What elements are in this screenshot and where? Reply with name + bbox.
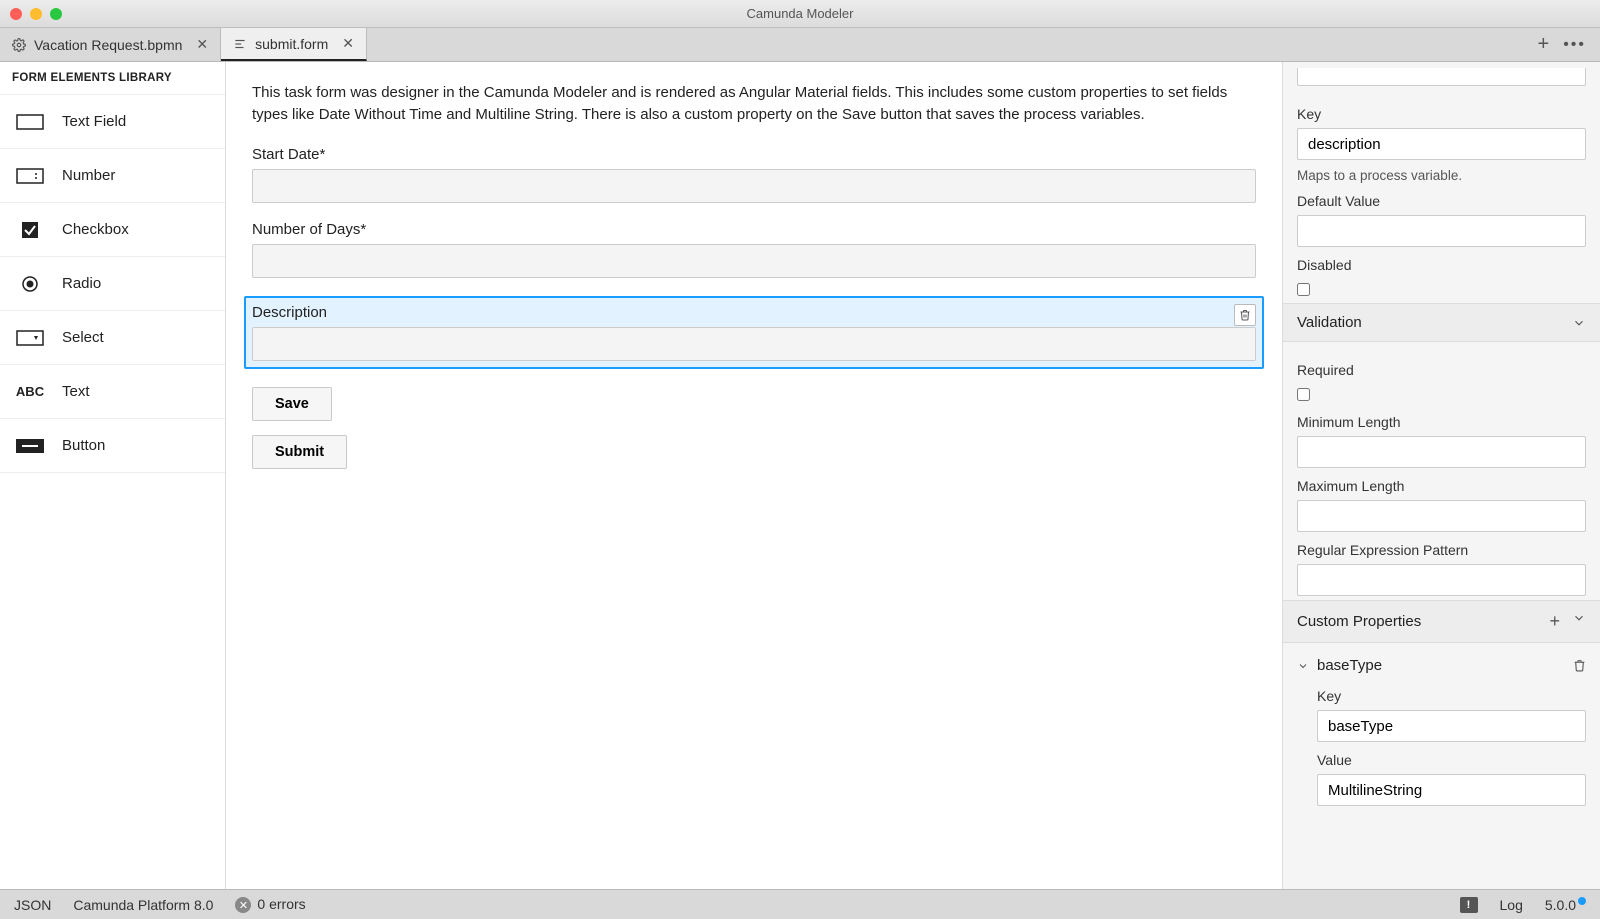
palette-item-label: Text <box>62 383 90 400</box>
prop-disabled-checkbox[interactable] <box>1297 283 1310 296</box>
add-custom-property-button[interactable]: + <box>1549 611 1560 632</box>
prop-required-checkbox[interactable] <box>1297 388 1310 401</box>
palette-item-textfield[interactable]: Text Field <box>0 95 225 149</box>
field-input-preview <box>252 244 1256 278</box>
palette-item-number[interactable]: Number <box>0 149 225 203</box>
chevron-down-icon <box>1297 660 1309 672</box>
prop-disabled-label: Disabled <box>1297 257 1586 273</box>
field-input-preview <box>252 327 1256 361</box>
prop-pattern-input[interactable] <box>1297 564 1586 596</box>
button-icon <box>16 439 44 453</box>
select-icon <box>16 330 44 346</box>
form-submit-button[interactable]: Submit <box>252 435 347 469</box>
text-icon: ABC <box>16 384 44 399</box>
field-description[interactable]: Description <box>244 296 1264 369</box>
palette-header: FORM ELEMENTS LIBRARY <box>0 62 225 95</box>
custom-value-input[interactable] <box>1317 774 1586 806</box>
chevron-down-icon <box>1572 316 1586 330</box>
status-version: 5.0.0 <box>1545 897 1586 913</box>
palette-item-label: Number <box>62 167 115 184</box>
form-description-text: This task form was designer in the Camun… <box>252 82 1252 126</box>
radio-icon <box>16 276 44 292</box>
form-icon <box>233 37 247 51</box>
custom-property-item[interactable]: baseType <box>1297 653 1586 678</box>
status-format[interactable]: JSON <box>14 897 51 913</box>
custom-key-input[interactable] <box>1317 710 1586 742</box>
custom-key-label: Key <box>1317 688 1586 704</box>
prop-maxlength-input[interactable] <box>1297 500 1586 532</box>
trash-icon <box>1573 658 1586 673</box>
close-icon[interactable]: ✕ <box>342 35 354 52</box>
palette-item-checkbox[interactable]: Checkbox <box>0 203 225 257</box>
new-tab-button[interactable]: + <box>1538 33 1550 56</box>
tab-vacation-request[interactable]: Vacation Request.bpmn ✕ <box>0 28 221 61</box>
palette-item-button[interactable]: Button <box>0 419 225 473</box>
form-canvas[interactable]: This task form was designer in the Camun… <box>226 62 1282 889</box>
window-minimize-button[interactable] <box>30 8 42 20</box>
prop-default-input[interactable] <box>1297 215 1586 247</box>
field-start-date[interactable]: Start Date* <box>252 146 1256 203</box>
custom-value-label: Value <box>1317 752 1586 768</box>
prop-key-hint: Maps to a process variable. <box>1297 168 1586 183</box>
status-platform[interactable]: Camunda Platform 8.0 <box>73 897 213 913</box>
prop-pattern-label: Regular Expression Pattern <box>1297 542 1586 558</box>
group-title: Custom Properties <box>1297 613 1421 630</box>
chevron-down-icon <box>1572 611 1586 625</box>
palette-item-label: Button <box>62 437 105 454</box>
properties-panel: Key Maps to a process variable. Default … <box>1282 62 1600 889</box>
form-elements-palette: FORM ELEMENTS LIBRARY Text Field Number … <box>0 62 226 889</box>
feedback-icon[interactable]: ! <box>1460 897 1478 913</box>
truncated-input <box>1297 68 1586 86</box>
window-maximize-button[interactable] <box>50 8 62 20</box>
field-input-preview <box>252 169 1256 203</box>
palette-item-label: Select <box>62 329 104 346</box>
window-title: Camunda Modeler <box>0 6 1600 21</box>
checkbox-icon <box>16 222 44 238</box>
prop-minlength-label: Minimum Length <box>1297 414 1586 430</box>
palette-item-label: Checkbox <box>62 221 129 238</box>
tab-label: submit.form <box>255 36 328 52</box>
close-icon[interactable]: ✕ <box>196 36 208 53</box>
group-title: Validation <box>1297 314 1362 331</box>
prop-minlength-input[interactable] <box>1297 436 1586 468</box>
prop-default-label: Default Value <box>1297 193 1586 209</box>
validation-group-header[interactable]: Validation <box>1283 303 1600 342</box>
tab-label: Vacation Request.bpmn <box>34 37 182 53</box>
gear-icon <box>12 38 26 52</box>
field-label: Start Date* <box>252 146 1256 163</box>
textfield-icon <box>16 114 44 130</box>
palette-item-label: Text Field <box>62 113 126 130</box>
titlebar: Camunda Modeler <box>0 0 1600 28</box>
palette-item-text[interactable]: ABC Text <box>0 365 225 419</box>
number-icon <box>16 168 44 184</box>
status-errors[interactable]: ✕0 errors <box>235 896 305 914</box>
error-icon: ✕ <box>235 897 251 913</box>
more-icon[interactable]: ••• <box>1563 36 1586 54</box>
trash-icon <box>1239 308 1251 322</box>
prop-maxlength-label: Maximum Length <box>1297 478 1586 494</box>
status-bar: JSON Camunda Platform 8.0 ✕0 errors ! Lo… <box>0 889 1600 919</box>
field-label: Description <box>252 304 1256 321</box>
status-log[interactable]: Log <box>1500 897 1523 913</box>
prop-key-input[interactable] <box>1297 128 1586 160</box>
palette-item-label: Radio <box>62 275 101 292</box>
tab-bar: Vacation Request.bpmn ✕ submit.form ✕ + … <box>0 28 1600 62</box>
palette-item-select[interactable]: Select <box>0 311 225 365</box>
field-number-of-days[interactable]: Number of Days* <box>252 221 1256 278</box>
window-close-button[interactable] <box>10 8 22 20</box>
update-indicator-icon <box>1578 897 1586 905</box>
prop-key-label: Key <box>1297 106 1586 122</box>
tab-submit-form[interactable]: submit.form ✕ <box>221 28 367 61</box>
prop-required-label: Required <box>1297 362 1586 378</box>
delete-field-button[interactable] <box>1234 304 1256 326</box>
field-label: Number of Days* <box>252 221 1256 238</box>
palette-item-radio[interactable]: Radio <box>0 257 225 311</box>
delete-custom-property-button[interactable] <box>1573 658 1586 673</box>
custom-properties-group-header[interactable]: Custom Properties + <box>1283 600 1600 643</box>
form-save-button[interactable]: Save <box>252 387 332 421</box>
custom-property-name: baseType <box>1317 657 1382 674</box>
